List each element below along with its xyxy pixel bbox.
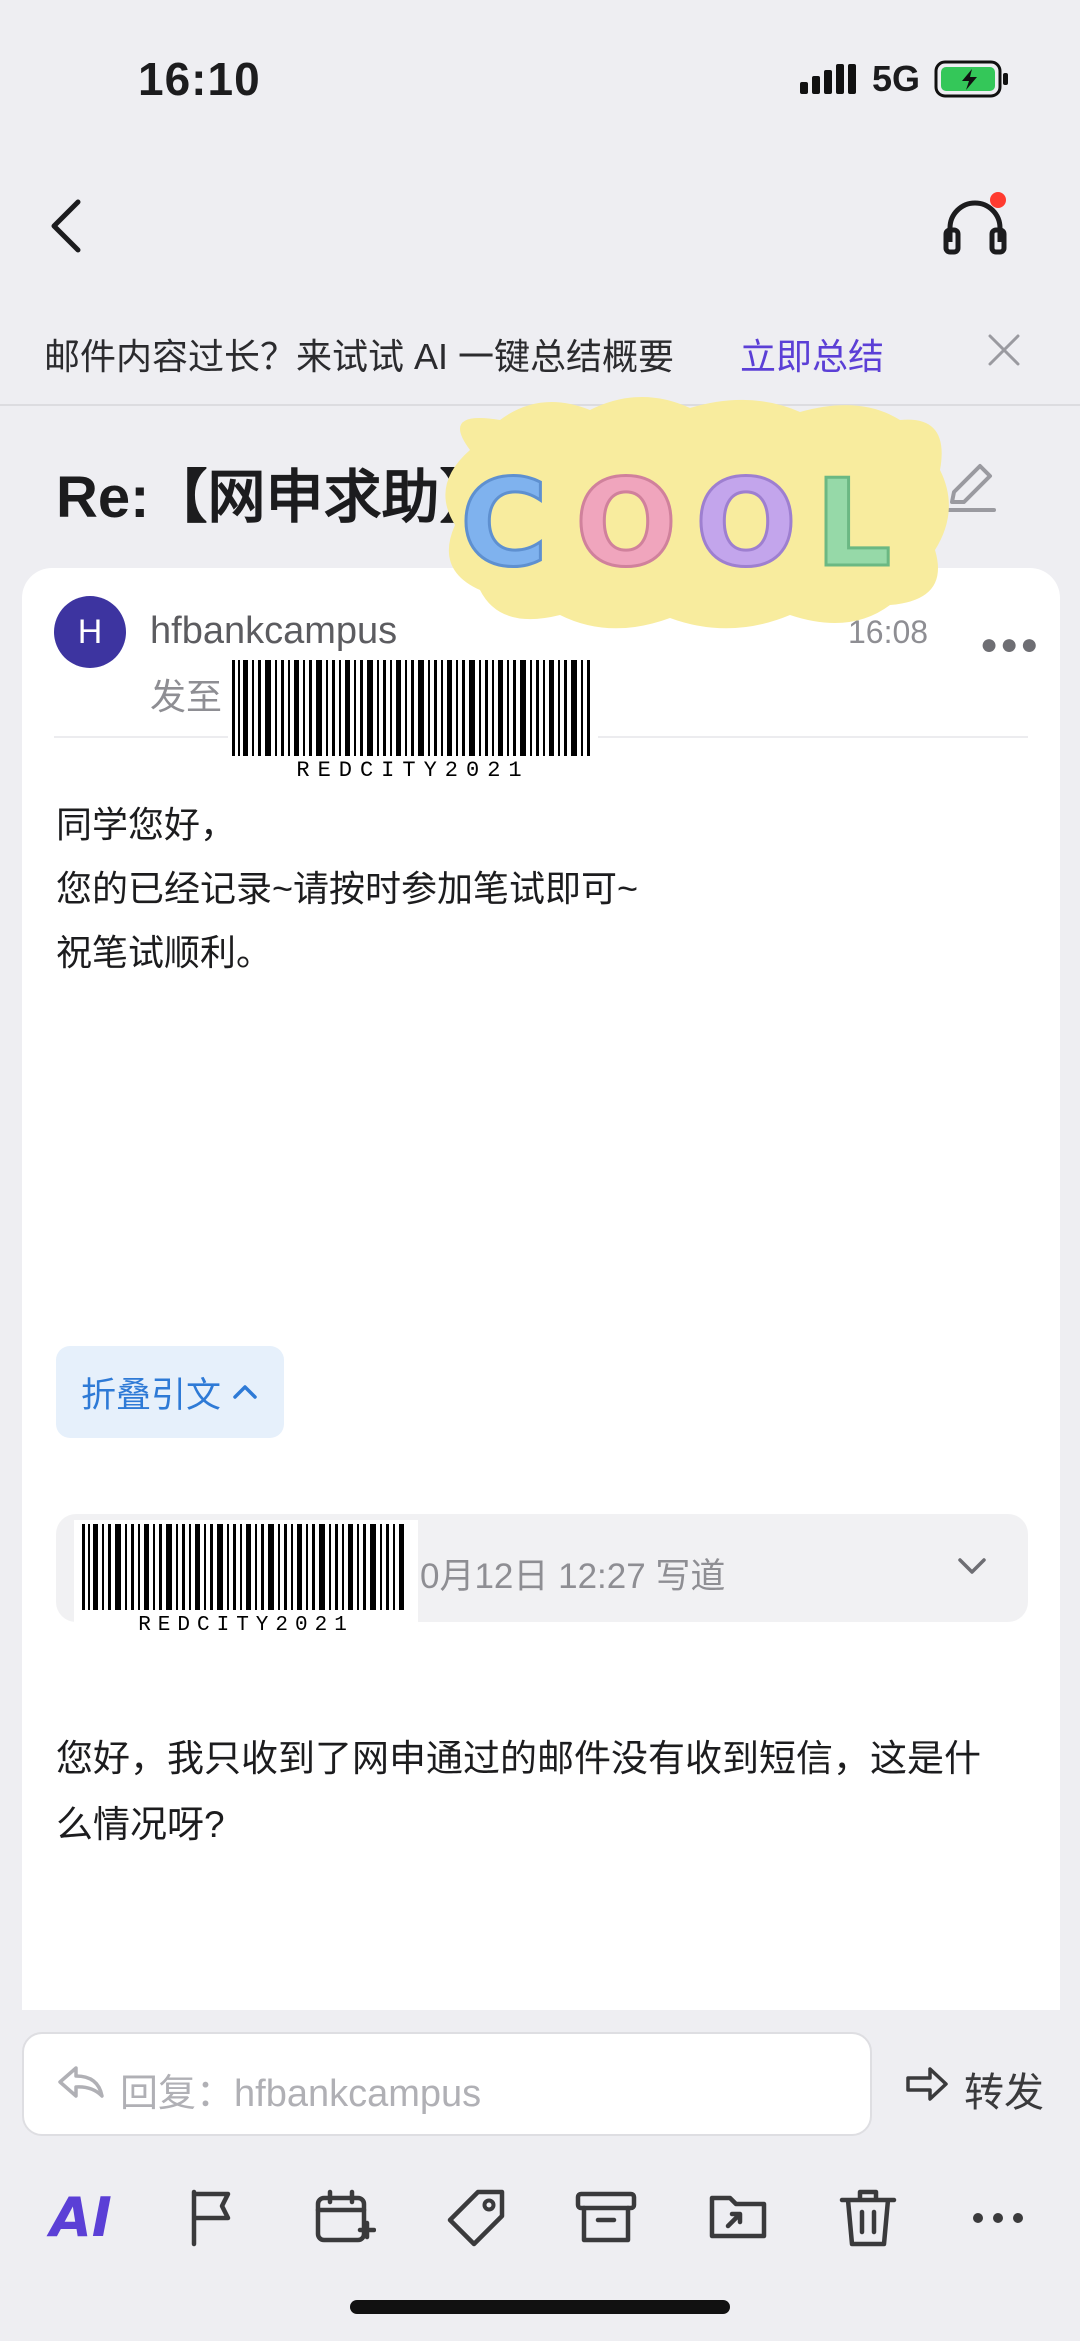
flag-icon[interactable]	[182, 2186, 246, 2250]
ai-banner-text: 邮件内容过长？来试试 AI 一键总结概要	[44, 336, 675, 377]
signal-icon	[799, 64, 856, 94]
status-time: 16:10	[138, 53, 261, 105]
body-line: 祝笔试顺利。	[56, 932, 273, 973]
chevron-down-icon[interactable]	[950, 1552, 994, 1582]
reply-placeholder: 回复：hfbankcampus	[120, 2073, 482, 2115]
ai-icon[interactable]: AI	[50, 2186, 114, 2250]
quoted-line: 么情况呀?	[56, 1804, 225, 1845]
barcode-text: REDCITY2021	[138, 1614, 354, 1636]
headphones-icon[interactable]	[940, 190, 1010, 260]
more-icon[interactable]: ●●●	[980, 628, 1040, 662]
home-indicator[interactable]	[350, 2300, 730, 2314]
collapse-quote-button[interactable]: 折叠引文	[56, 1346, 284, 1438]
move-folder-icon[interactable]	[706, 2186, 770, 2250]
back-chevron-icon[interactable]	[44, 196, 88, 256]
close-icon[interactable]	[984, 330, 1024, 370]
svg-text:O: O	[575, 455, 677, 594]
battery-icon	[934, 60, 1008, 98]
calendar-add-icon[interactable]	[312, 2186, 376, 2250]
archive-icon[interactable]	[574, 2186, 638, 2250]
svg-text:O: O	[695, 455, 797, 594]
svg-text:L: L	[815, 455, 891, 594]
body-line: 您的已经记录~请按时参加笔试即可~	[56, 868, 639, 909]
status-indicators: 5G	[799, 58, 1010, 100]
tag-icon[interactable]	[444, 2186, 508, 2250]
chevron-up-icon	[233, 1385, 257, 1399]
barcode-sticker: REDCITY2021	[74, 1520, 418, 1636]
cool-sticker: C O O L	[445, 396, 949, 629]
notification-dot	[990, 192, 1006, 208]
network-type: 5G	[871, 58, 920, 99]
collapse-quote-label: 折叠引文	[80, 1375, 221, 1415]
body-line: 同学您好，	[56, 804, 237, 845]
sender-name[interactable]: hfbankcampus	[150, 610, 397, 653]
ai-summarize-button[interactable]: 立即总结	[740, 328, 884, 380]
recipient-label: 发至	[150, 676, 223, 717]
forward-icon[interactable]	[904, 2064, 950, 2104]
more-icon[interactable]	[966, 2186, 1030, 2250]
barcode-sticker: REDCITY2021	[228, 658, 598, 782]
barcode-text: REDCITY2021	[296, 758, 529, 782]
reply-icon	[58, 2066, 104, 2098]
trash-icon[interactable]	[836, 2186, 900, 2250]
forward-button[interactable]: 转发	[964, 2060, 1044, 2118]
quoted-line: 您好，我只收到了网申通过的邮件没有收到短信，这是什	[56, 1738, 981, 1779]
svg-text:C: C	[460, 455, 548, 594]
avatar[interactable]: H	[54, 596, 126, 668]
quote-header-text: 0月12日 12:27 写道	[420, 1557, 726, 1596]
